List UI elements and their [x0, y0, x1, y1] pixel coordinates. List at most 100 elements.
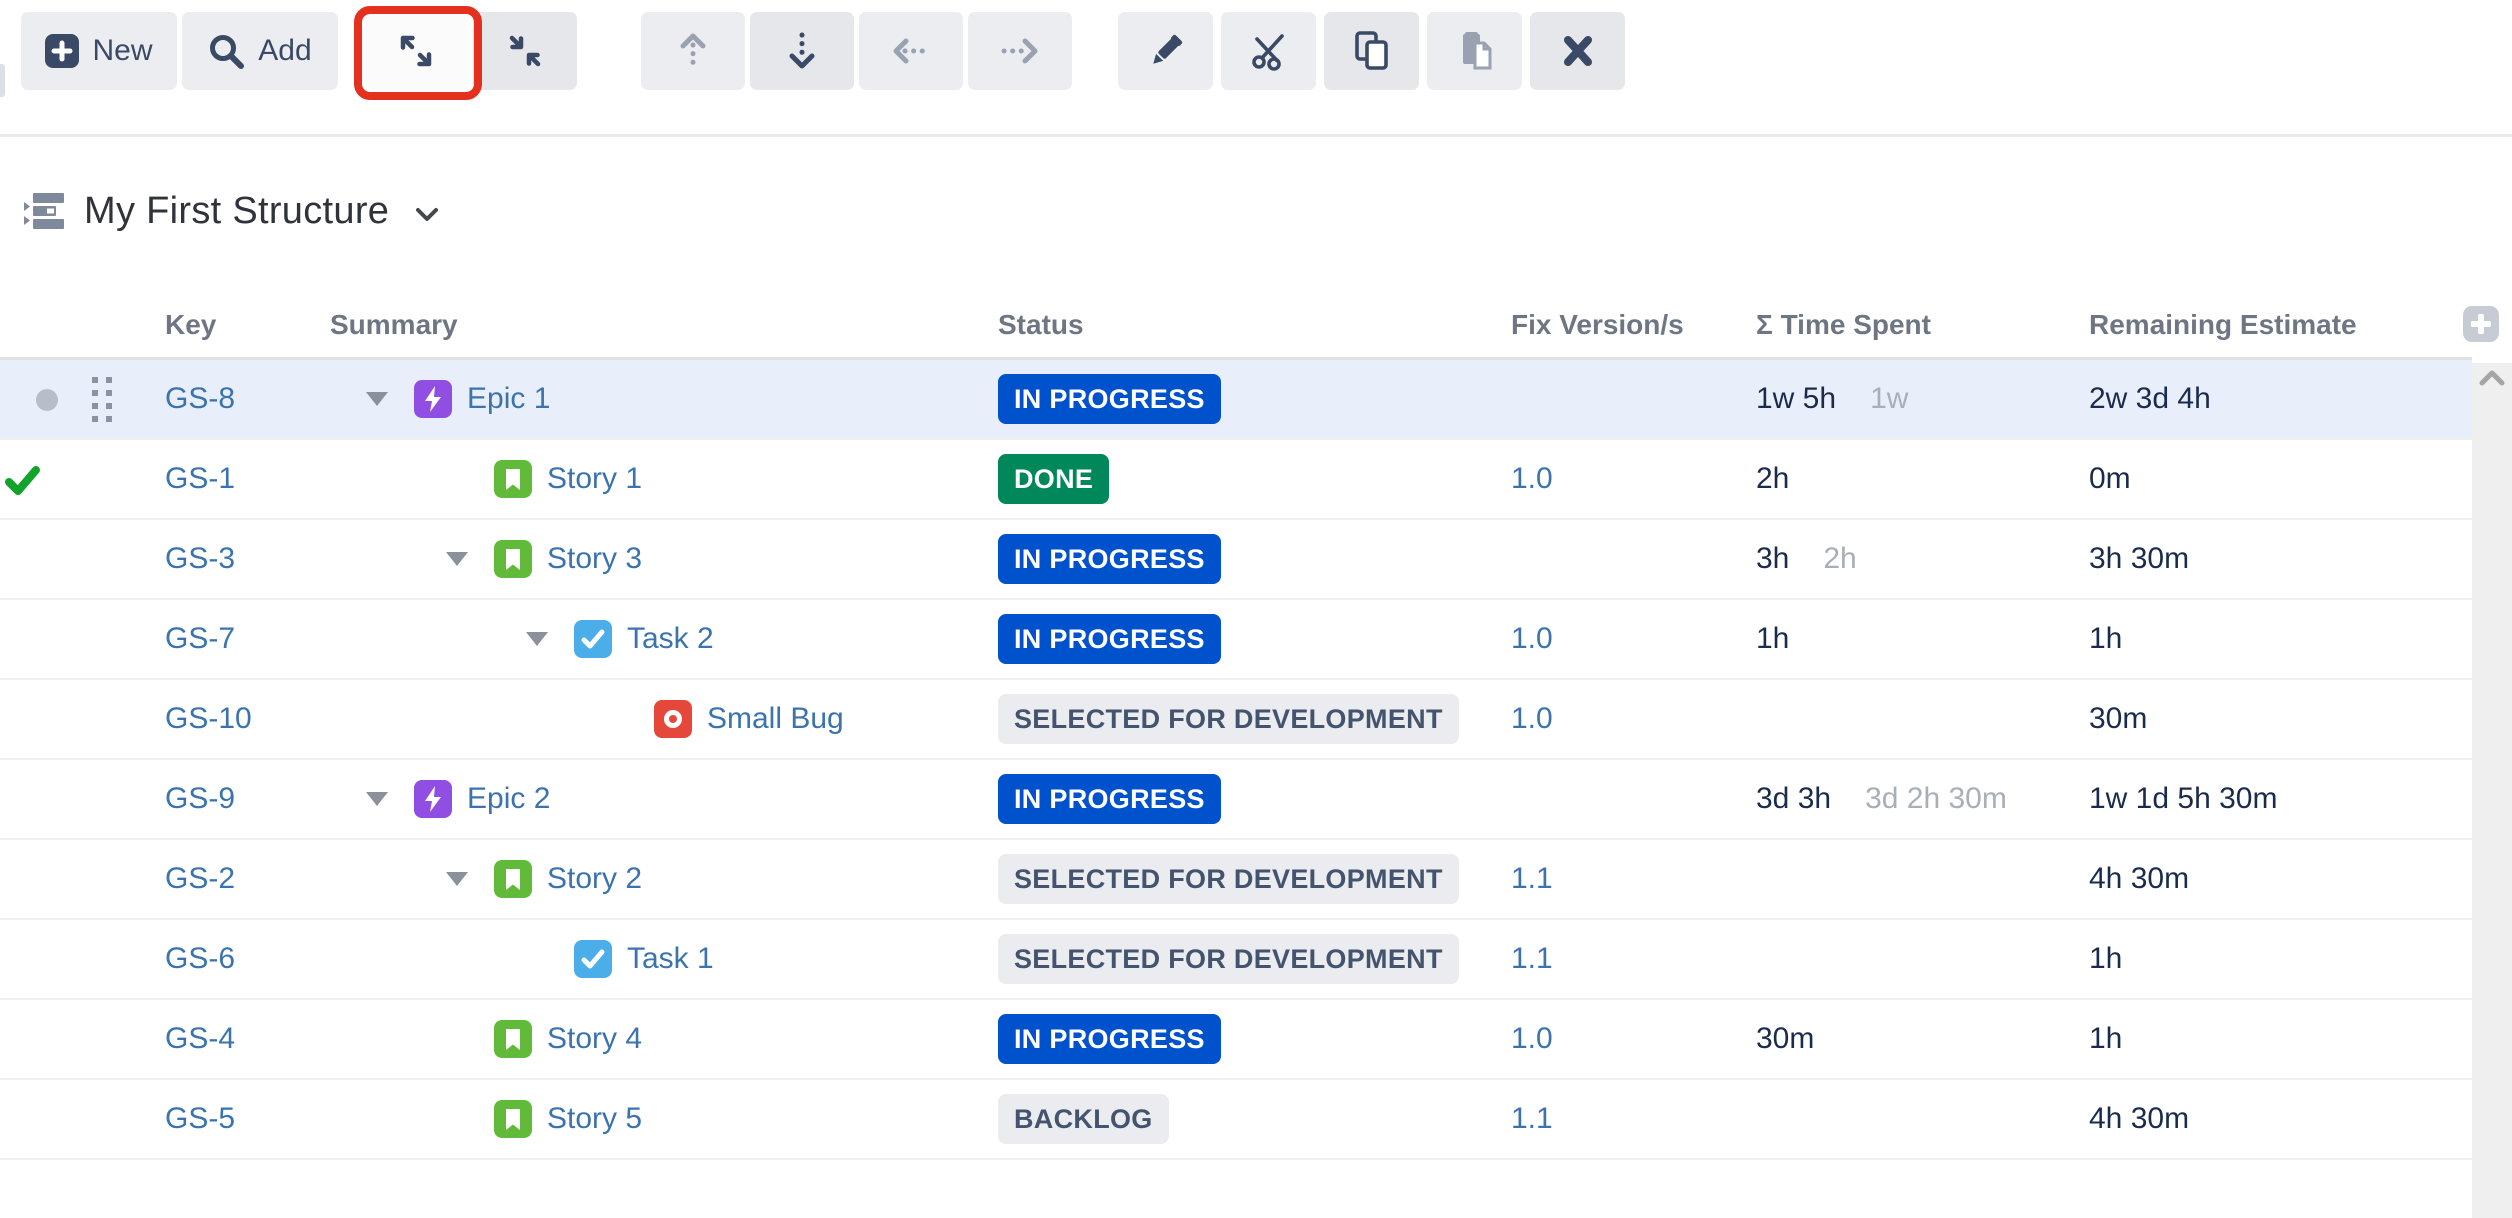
issue-key-link[interactable]: GS-7 [165, 622, 235, 656]
collapse-arrow-icon[interactable] [526, 632, 548, 646]
epic-icon [414, 780, 452, 818]
issue-key-link[interactable]: GS-1 [165, 462, 235, 496]
move-up-button[interactable] [641, 12, 745, 90]
time-spent-value: 2h [1756, 462, 1789, 496]
table-row[interactable]: GS-5 Story 5 BACKLOG 1.1 4h 30m [0, 1080, 2472, 1160]
fix-version-link[interactable]: 1.0 [1511, 462, 1553, 496]
issue-summary-link[interactable]: Small Bug [707, 702, 844, 736]
cut-button[interactable] [1221, 12, 1316, 90]
issue-key-link[interactable]: GS-4 [165, 1022, 235, 1056]
drag-handle[interactable] [92, 377, 112, 422]
issue-key-link[interactable]: GS-6 [165, 942, 235, 976]
status-badge: IN PROGRESS [998, 774, 1221, 824]
issue-summary-link[interactable]: Story 2 [547, 862, 642, 896]
issue-summary-link[interactable]: Story 4 [547, 1022, 642, 1056]
issue-summary-link[interactable]: Story 5 [547, 1102, 642, 1136]
remaining-estimate-value: 0m [2089, 462, 2131, 496]
issue-key-link[interactable]: GS-3 [165, 542, 235, 576]
issue-summary-link[interactable]: Epic 2 [467, 782, 550, 816]
toolbar-divider [0, 134, 2512, 137]
collapse-all-button[interactable] [473, 12, 577, 90]
fix-version-link[interactable]: 1.0 [1511, 702, 1553, 736]
edit-button[interactable] [1118, 12, 1213, 90]
issue-summary-link[interactable]: Story 3 [547, 542, 642, 576]
collapse-arrow-icon[interactable] [366, 392, 388, 406]
row-gutter [0, 520, 100, 598]
issue-key-link[interactable]: GS-8 [165, 382, 235, 416]
remaining-estimate-value: 3h 30m [2089, 542, 2189, 576]
status-badge: SELECTED FOR DEVELOPMENT [998, 694, 1459, 744]
issue-key-link[interactable]: GS-9 [165, 782, 235, 816]
collapse-icon [505, 31, 545, 71]
collapse-arrow-icon[interactable] [446, 552, 468, 566]
scroll-up-icon[interactable] [2479, 370, 2505, 386]
column-header-fix-versions[interactable]: Fix Version/s [1495, 292, 1745, 357]
fix-version-link[interactable]: 1.1 [1511, 1102, 1553, 1136]
fix-version-link[interactable]: 1.1 [1511, 942, 1553, 976]
issue-key-link[interactable]: GS-5 [165, 1102, 235, 1136]
collapse-arrow-icon[interactable] [366, 792, 388, 806]
row-gutter [0, 760, 100, 838]
chevron-down-icon[interactable] [415, 207, 439, 223]
remaining-estimate-value: 1h [2089, 622, 2122, 656]
table-row[interactable]: GS-7 Task 2 IN PROGRESS 1.0 1h 1h [0, 600, 2472, 680]
status-badge: IN PROGRESS [998, 614, 1221, 664]
status-badge: SELECTED FOR DEVELOPMENT [998, 934, 1459, 984]
time-spent-value: 1h [1756, 622, 1789, 656]
time-spent-aggregate-value: 2h [1823, 542, 1856, 576]
table-row[interactable]: GS-9 Epic 2 IN PROGRESS 3d 3h 3d 2h 30m [0, 760, 2472, 840]
fix-version-link[interactable]: 1.0 [1511, 622, 1553, 656]
paste-button[interactable] [1427, 12, 1522, 90]
table-row[interactable]: GS-1 Story 1 DONE 1.0 2h 0m [0, 440, 2472, 520]
toolbar: New Add [21, 12, 1625, 90]
fix-version-link[interactable]: 1.1 [1511, 862, 1553, 896]
arrow-down-icon [782, 31, 822, 71]
add-column-button[interactable] [2463, 306, 2499, 342]
move-right-button[interactable] [968, 12, 1072, 90]
fix-version-link[interactable]: 1.0 [1511, 1022, 1553, 1056]
expand-all-button[interactable] [364, 12, 468, 90]
copy-button[interactable] [1324, 12, 1419, 90]
expand-icon [396, 31, 436, 71]
expander-slot [446, 872, 494, 886]
issue-key-link[interactable]: GS-10 [165, 702, 252, 736]
table-row[interactable]: GS-4 Story 4 IN PROGRESS 1.0 30m 1h [0, 1000, 2472, 1080]
task-icon [574, 620, 612, 658]
add-button[interactable]: Add [182, 12, 338, 90]
structure-icon [22, 188, 68, 234]
column-header-remaining-estimate[interactable]: Remaining Estimate [2075, 292, 2472, 357]
table-row[interactable]: GS-8 Epic 1 IN PROGRESS 1w 5h 1w 2w 3d 4 [0, 360, 2472, 440]
table-row[interactable]: GS-10 Small Bug SELECTED FOR DEVELOPMENT… [0, 680, 2472, 760]
delete-button[interactable] [1530, 12, 1625, 90]
story-icon [494, 860, 532, 898]
column-header-status[interactable]: Status [985, 292, 1495, 357]
time-spent-value: 30m [1756, 1022, 1814, 1056]
issue-key-link[interactable]: GS-2 [165, 862, 235, 896]
issue-summary-link[interactable]: Task 2 [627, 622, 714, 656]
table-row[interactable]: GS-2 Story 2 SELECTED FOR DEVELOPMENT 1.… [0, 840, 2472, 920]
issue-summary-link[interactable]: Epic 1 [467, 382, 550, 416]
collapse-arrow-icon[interactable] [446, 872, 468, 886]
epic-icon [414, 380, 452, 418]
time-spent-value: 3h [1756, 542, 1789, 576]
column-header-key[interactable]: Key [100, 292, 330, 357]
remaining-estimate-value: 1h [2089, 1022, 2122, 1056]
new-button[interactable]: New [21, 12, 177, 90]
new-button-label: New [92, 34, 152, 68]
vertical-scrollbar[interactable] [2472, 363, 2512, 1218]
expander-slot [526, 952, 574, 966]
plus-square-icon [45, 34, 79, 68]
move-left-button[interactable] [859, 12, 963, 90]
move-down-button[interactable] [750, 12, 854, 90]
row-gutter [0, 920, 100, 998]
check-icon [5, 463, 41, 499]
status-badge: IN PROGRESS [998, 1014, 1221, 1064]
column-header-time-spent[interactable]: Σ Time Spent [1745, 292, 2075, 357]
scissors-icon [1249, 31, 1289, 71]
column-header-summary[interactable]: Summary [330, 292, 985, 357]
issue-summary-link[interactable]: Task 1 [627, 942, 714, 976]
issue-summary-link[interactable]: Story 1 [547, 462, 642, 496]
table-row[interactable]: GS-3 Story 3 IN PROGRESS 3h 2h 3h 30m [0, 520, 2472, 600]
page-title: My First Structure [84, 190, 389, 233]
table-row[interactable]: GS-6 Task 1 SELECTED FOR DEVELOPMENT 1.1 [0, 920, 2472, 1000]
